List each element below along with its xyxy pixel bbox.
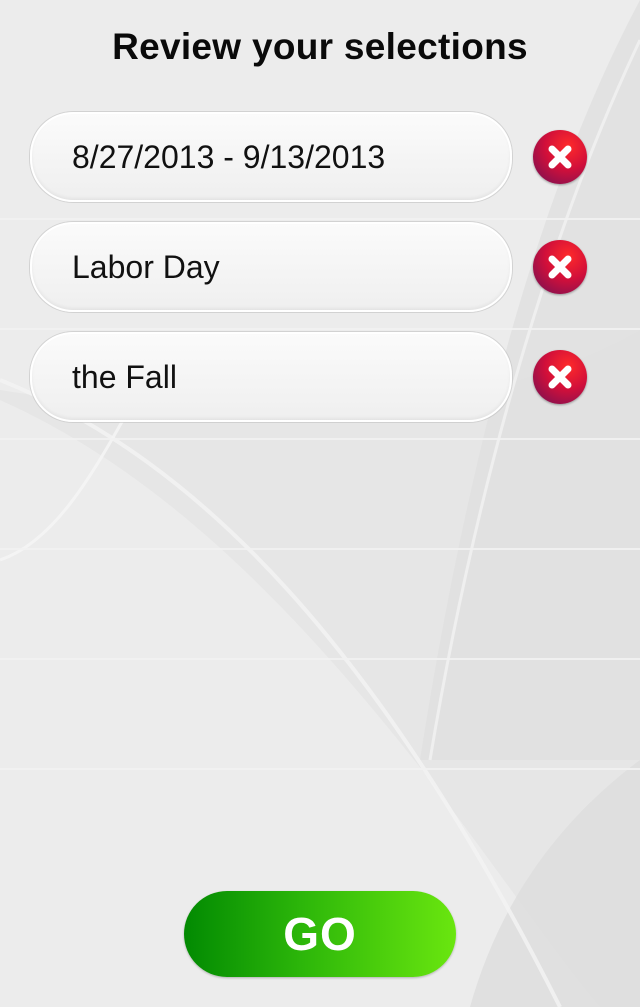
selection-item: the Fall (30, 332, 610, 422)
selection-label: the Fall (72, 359, 177, 395)
close-x-icon (548, 255, 572, 279)
go-button[interactable]: GO (184, 891, 456, 977)
selection-label: 8/27/2013 - 9/13/2013 (72, 139, 386, 175)
selection-label: Labor Day (72, 249, 220, 285)
review-screen: Review your selections 8/27/2013 - 9/13/… (0, 0, 640, 1007)
remove-selection-button[interactable] (533, 350, 587, 404)
page-title: Review your selections (112, 26, 528, 67)
close-x-icon (548, 145, 572, 169)
selection-item: 8/27/2013 - 9/13/2013 (30, 112, 610, 202)
selection-pill[interactable]: Labor Day (30, 222, 512, 312)
go-button-label: GO (283, 908, 357, 960)
remove-selection-button[interactable] (533, 130, 587, 184)
selection-pill[interactable]: 8/27/2013 - 9/13/2013 (30, 112, 512, 202)
selection-pill[interactable]: the Fall (30, 332, 512, 422)
selection-item: Labor Day (30, 222, 610, 312)
close-x-icon (548, 365, 572, 389)
remove-selection-button[interactable] (533, 240, 587, 294)
